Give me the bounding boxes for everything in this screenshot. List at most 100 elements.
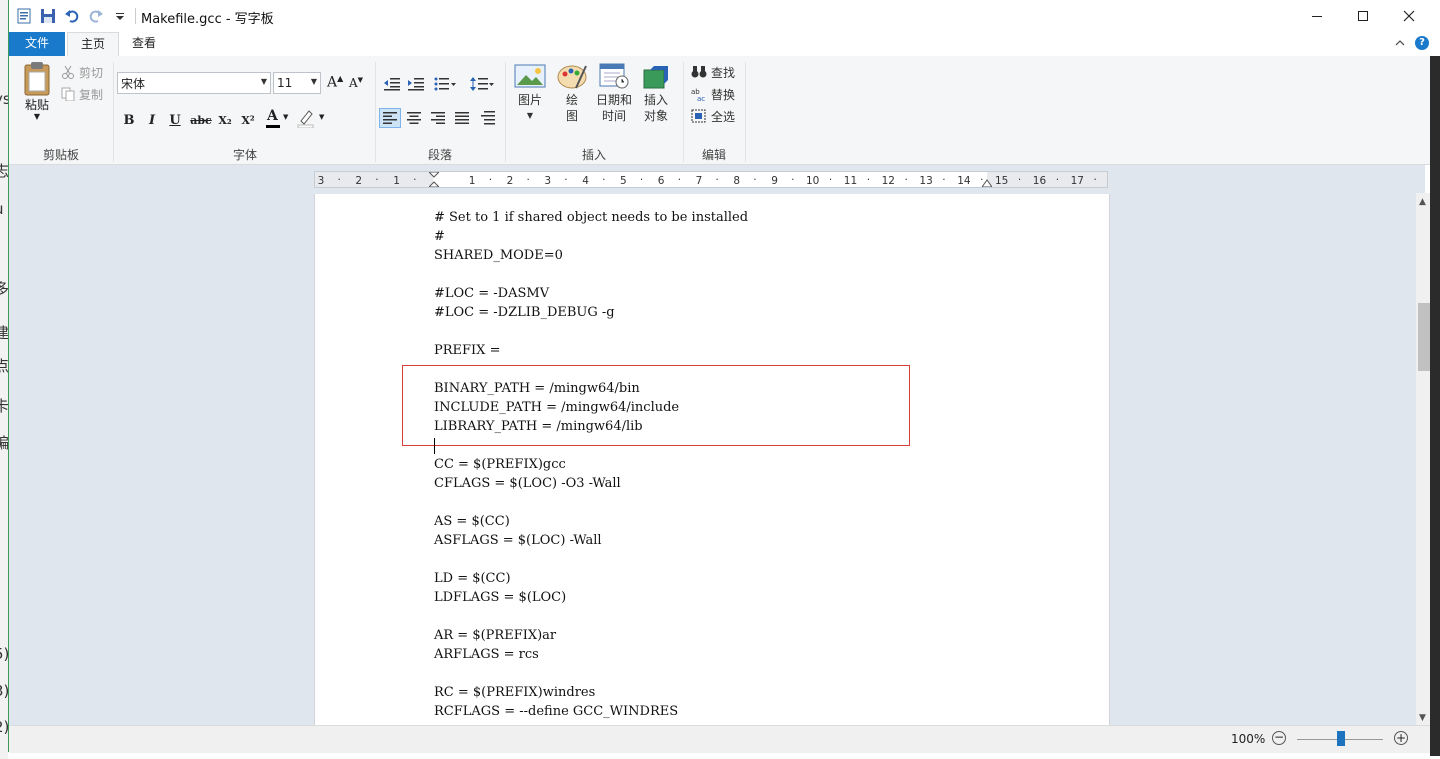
background-char: 编 xyxy=(0,434,8,452)
ruler-tick-label: 3 xyxy=(317,175,325,187)
paste-button[interactable]: 粘贴 ▼ xyxy=(15,60,59,121)
document-line[interactable]: LDFLAGS = $(LOC) xyxy=(434,588,566,607)
background-char: 5) xyxy=(0,645,8,663)
highlight-color-button[interactable]: ▼ xyxy=(297,108,327,130)
redo-icon[interactable] xyxy=(87,7,105,25)
document-line[interactable]: AR = $(PREFIX)ar xyxy=(434,626,556,645)
document-line[interactable]: LD = $(CC) xyxy=(434,569,511,588)
tab-home[interactable]: 主页 xyxy=(67,32,119,57)
wordpad-window: Makefile.gcc - 写字板 文件 主页 查看 ? 粘贴 ▼ 剪切 复制… xyxy=(8,0,1440,753)
document-line[interactable]: # Set to 1 if shared object needs to be … xyxy=(434,208,748,227)
insert-datetime-button[interactable]: 日期和 时间 xyxy=(593,62,635,124)
ruler-dot: · xyxy=(942,174,946,186)
paragraph-settings-button[interactable] xyxy=(477,108,499,128)
collapse-ribbon-icon[interactable] xyxy=(1395,37,1405,51)
ruler-tick-label: 12 xyxy=(881,175,895,187)
close-button[interactable] xyxy=(1386,0,1432,31)
replace-icon: abac xyxy=(691,88,705,101)
font-size-select[interactable]: 11 ▼ xyxy=(273,72,321,94)
copy-icon xyxy=(61,87,75,101)
insert-object-button[interactable]: 插入 对象 xyxy=(635,62,677,124)
undo-icon[interactable] xyxy=(63,7,81,25)
document-line[interactable]: SHARED_MODE=0 xyxy=(434,246,563,265)
find-button[interactable]: 查找 xyxy=(691,62,735,82)
text-caret xyxy=(434,438,435,454)
cut-button[interactable]: 剪切 xyxy=(61,62,103,82)
document-page[interactable]: # Set to 1 if shared object needs to be … xyxy=(314,194,1110,725)
copy-label: 复制 xyxy=(79,87,104,102)
align-center-button[interactable] xyxy=(403,108,425,128)
zoom-in-icon[interactable]: + xyxy=(1394,731,1408,745)
document-line[interactable]: ASFLAGS = $(LOC) -Wall xyxy=(434,531,602,550)
paint-drawing-button[interactable]: 绘 图 xyxy=(551,62,593,124)
zoom-slider-thumb[interactable] xyxy=(1337,731,1345,746)
svg-text:ac: ac xyxy=(697,95,705,101)
ruler-tick-label: 11 xyxy=(843,175,858,187)
align-left-button[interactable] xyxy=(379,108,401,128)
ruler-dot: · xyxy=(1017,174,1022,186)
align-right-button[interactable] xyxy=(427,108,449,128)
background-char: f xyxy=(0,124,8,142)
document-line[interactable]: # xyxy=(434,227,445,246)
font-color-button[interactable]: A ▼ xyxy=(265,108,291,130)
line-spacing-button[interactable] xyxy=(467,74,497,94)
datetime-label-2: 时间 xyxy=(601,109,626,123)
italic-button[interactable]: I xyxy=(142,110,162,130)
paint-label-1: 绘 xyxy=(565,93,578,107)
customize-toolbar-icon[interactable] xyxy=(111,7,129,25)
document-line[interactable]: #LOC = -DZLIB_DEBUG -g xyxy=(434,303,615,322)
document-line[interactable]: AS = $(CC) xyxy=(434,512,510,531)
quick-access-toolbar xyxy=(15,6,136,26)
ruler[interactable]: 3 · 2 · 1 · 1 · 2 · 3 · 4 · 5 · 6 · 7 · 8 · 9 · 10 · 11 · 12 · 13 · 14 · 1… xyxy=(314,171,1108,188)
superscript-button[interactable]: X² xyxy=(238,110,258,130)
document-line[interactable]: RCFLAGS = --define GCC_WINDRES xyxy=(434,702,678,721)
increase-indent-button[interactable] xyxy=(405,74,427,94)
first-line-indent-marker[interactable] xyxy=(429,172,439,187)
replace-label: 替换 xyxy=(711,87,736,102)
ruler-tick-label: 17 xyxy=(1070,175,1084,187)
bold-button[interactable]: B xyxy=(119,110,139,130)
underline-button[interactable]: U xyxy=(165,110,185,130)
decrease-indent-button[interactable] xyxy=(381,74,403,94)
ruler-tick-label: 10 xyxy=(806,175,820,187)
zoom-out-icon[interactable]: − xyxy=(1272,731,1286,745)
document-line[interactable]: ARFLAGS = rcs xyxy=(434,645,539,664)
select-all-button[interactable]: 全选 xyxy=(691,106,735,126)
save-icon[interactable] xyxy=(39,7,57,25)
window-title: Makefile.gcc - 写字板 xyxy=(141,12,274,27)
help-icon[interactable]: ? xyxy=(1415,36,1429,50)
tab-file[interactable]: 文件 xyxy=(9,32,65,56)
document-line[interactable]: RC = $(PREFIX)windres xyxy=(434,683,595,702)
ruler-dot: · xyxy=(677,174,682,186)
document-line[interactable]: CFLAGS = $(LOC) -O3 -Wall xyxy=(434,474,621,493)
zoom-level: 100% xyxy=(1231,732,1266,746)
right-indent-marker[interactable] xyxy=(982,178,992,187)
strikethrough-button[interactable]: abc xyxy=(189,110,213,130)
shrink-font-button[interactable]: A▼ xyxy=(349,76,363,90)
font-family-select[interactable]: 宋体 ▼ xyxy=(117,72,271,94)
insert-picture-button[interactable]: 图片 ▼ xyxy=(509,62,551,124)
document-line[interactable]: CC = $(PREFIX)gcc xyxy=(434,455,566,474)
align-center-icon xyxy=(407,112,421,124)
background-char: 建 xyxy=(0,324,8,342)
minimize-button[interactable] xyxy=(1294,0,1340,31)
ruler-dot: · xyxy=(526,174,530,186)
datetime-label-1: 日期和 xyxy=(595,93,632,107)
ruler-tick-label: 9 xyxy=(771,175,778,187)
document-line[interactable]: PREFIX = xyxy=(434,341,500,360)
subscript-button[interactable]: X₂ xyxy=(215,110,235,130)
replace-button[interactable]: ab ac 替换 xyxy=(691,84,735,104)
justify-button[interactable] xyxy=(451,108,473,128)
wordpad-app-icon[interactable] xyxy=(15,7,33,25)
document-line[interactable]: #LOC = -DASMV xyxy=(434,284,549,303)
font-color-swatch xyxy=(266,125,280,128)
ruler-tick-label: 14 xyxy=(957,175,971,187)
tab-view[interactable]: 查看 xyxy=(121,32,167,56)
grow-font-button[interactable]: A▲ xyxy=(327,74,343,91)
bullets-button[interactable] xyxy=(429,74,461,94)
copy-button[interactable]: 复制 xyxy=(61,84,103,104)
maximize-button[interactable] xyxy=(1340,0,1386,31)
scroll-up-icon[interactable]: ▲ xyxy=(1419,197,1426,207)
scroll-down-icon[interactable]: ▼ xyxy=(1419,713,1426,723)
status-bar: 100% − + xyxy=(9,725,1440,753)
